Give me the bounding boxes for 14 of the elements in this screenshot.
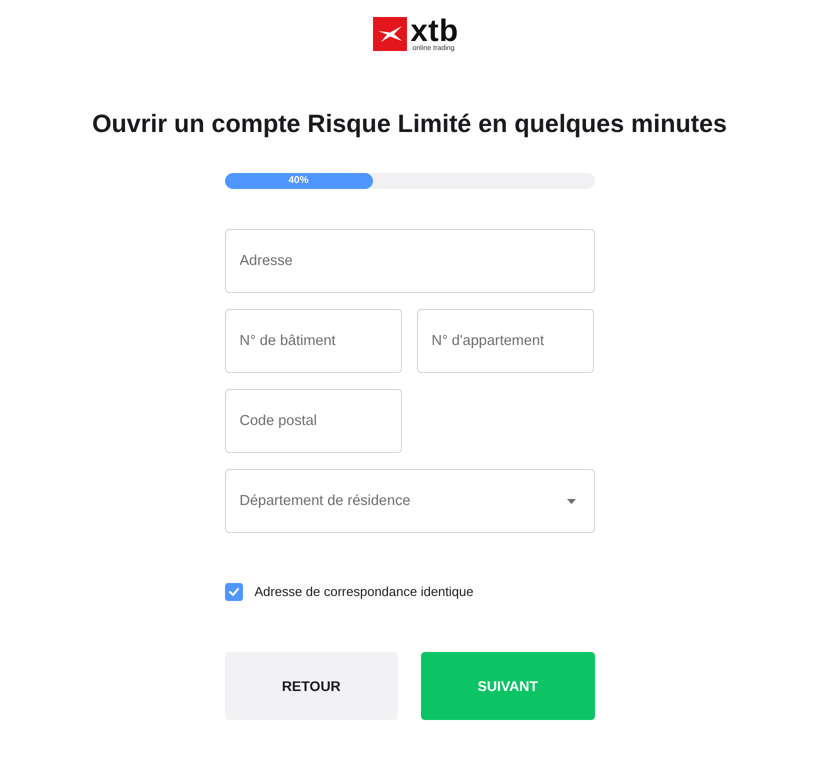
progress-label: 40% bbox=[288, 175, 308, 187]
input-field[interactable]: N° de bâtiment bbox=[224, 309, 402, 373]
page-title: Ouvrir un compte Risque Limité en quelques minutes bbox=[92, 109, 727, 139]
select-field[interactable]: Département de résidence bbox=[224, 469, 594, 533]
logo-mark-icon bbox=[372, 17, 406, 51]
checkbox[interactable] bbox=[224, 583, 242, 601]
checkbox-label: Adresse de correspondance identique bbox=[254, 584, 474, 600]
back-button[interactable]: RETOUR bbox=[224, 652, 398, 720]
check-icon bbox=[228, 588, 238, 596]
caret-icon bbox=[566, 498, 576, 504]
input-field[interactable]: N° d'appartement bbox=[416, 309, 594, 373]
input-field[interactable]: Adresse bbox=[224, 229, 594, 293]
logo-wordmark: xtb bbox=[410, 18, 458, 44]
input-field[interactable]: Code postal bbox=[224, 389, 402, 453]
